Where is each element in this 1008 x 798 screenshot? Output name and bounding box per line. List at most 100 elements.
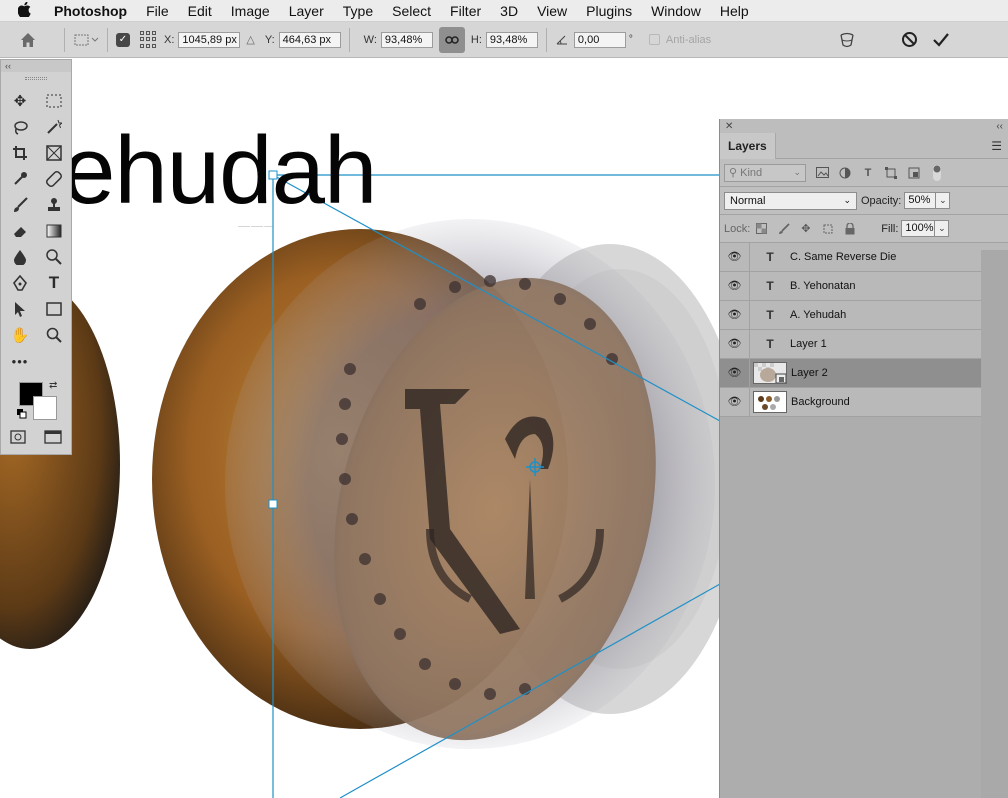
background-thumbnail	[753, 391, 787, 413]
layer-name: B. Yehonatan	[790, 280, 856, 292]
fill-label: Fill:	[881, 222, 899, 235]
type-tool-icon[interactable]: T	[37, 272, 71, 294]
background-color-swatch[interactable]	[33, 396, 57, 420]
height-field[interactable]: 93,48%	[485, 31, 538, 48]
marquee-tool-icon[interactable]	[37, 90, 71, 112]
hand-tool-icon[interactable]: ✋	[3, 324, 37, 346]
menu-plugins[interactable]: Plugins	[586, 3, 632, 19]
layer-row-c-same-reverse-die[interactable]: 👁 T C. Same Reverse Die	[720, 242, 1008, 272]
visibility-eye-icon[interactable]: 👁	[720, 271, 750, 301]
rotate-angle-icon	[555, 34, 569, 46]
layers-scrollbar[interactable]	[981, 250, 1008, 798]
reference-point-checkbox[interactable]: ✓	[116, 32, 130, 47]
tab-layers[interactable]: Layers	[720, 132, 776, 159]
path-selection-tool-icon[interactable]	[3, 298, 37, 320]
type-layer-icon: T	[766, 308, 774, 322]
filter-shape-layers-icon[interactable]	[884, 166, 898, 180]
layer-row-a-yehudah[interactable]: 👁 T A. Yehudah	[720, 300, 1008, 330]
visibility-eye-icon[interactable]: 👁	[720, 387, 750, 417]
visibility-eye-icon[interactable]: 👁	[720, 300, 750, 330]
apple-icon[interactable]	[17, 1, 36, 20]
menu-select[interactable]: Select	[392, 3, 431, 19]
menu-filter[interactable]: Filter	[450, 3, 481, 19]
panel-close-icon[interactable]: ✕	[725, 121, 733, 132]
menu-app-name[interactable]: Photoshop	[54, 3, 127, 19]
visibility-eye-icon[interactable]: 👁	[720, 329, 750, 359]
transform-tool-preset-icon[interactable]	[73, 32, 99, 48]
filter-adjustment-layers-icon[interactable]	[838, 166, 852, 180]
lock-image-pixels-icon[interactable]	[777, 222, 790, 235]
gradient-tool-icon[interactable]	[37, 220, 71, 242]
menu-window[interactable]: Window	[651, 3, 701, 19]
color-swatches: ⇄	[1, 378, 71, 422]
width-field[interactable]: 93,48%	[380, 31, 433, 48]
menu-edit[interactable]: Edit	[188, 3, 212, 19]
default-colors-icon[interactable]	[17, 408, 27, 419]
maintain-aspect-link-icon[interactable]	[438, 26, 465, 53]
panel-collapse-icon[interactable]: ‹‹	[996, 121, 1003, 132]
move-tool-icon[interactable]: ✥	[3, 90, 37, 112]
rotate-angle-field[interactable]: 0,00	[573, 31, 626, 48]
menu-view[interactable]: View	[537, 3, 567, 19]
rectangle-tool-icon[interactable]	[37, 298, 71, 320]
eraser-tool-icon[interactable]	[3, 220, 37, 242]
frame-tool-icon[interactable]	[37, 142, 71, 164]
zoom-tool-icon[interactable]	[37, 324, 71, 346]
filter-pixel-layers-icon[interactable]	[815, 166, 829, 180]
canvas-small-caption: ——— ——— ——	[238, 223, 273, 228]
home-icon[interactable]	[18, 30, 38, 50]
y-position-field[interactable]: 464,63 px	[278, 31, 341, 48]
swap-colors-icon[interactable]: ⇄	[49, 380, 57, 391]
opacity-field[interactable]: 50%	[904, 192, 937, 209]
menu-image[interactable]: Image	[231, 3, 270, 19]
tools-grip[interactable]	[1, 72, 71, 84]
menu-3d[interactable]: 3D	[500, 3, 518, 19]
lasso-tool-icon[interactable]	[3, 116, 37, 138]
tool-spacer	[37, 350, 71, 372]
lock-position-icon[interactable]: ✥	[799, 222, 812, 235]
quick-mask-icon[interactable]	[10, 430, 26, 447]
clone-stamp-tool-icon[interactable]	[37, 194, 71, 216]
layer-row-b-yehonatan[interactable]: 👁 T B. Yehonatan	[720, 271, 1008, 301]
lock-transparent-pixels-icon[interactable]	[755, 222, 768, 235]
filter-type-layers-icon[interactable]: T	[861, 166, 875, 180]
visibility-eye-icon[interactable]: 👁	[720, 358, 750, 388]
fill-dropdown-icon[interactable]: ⌄	[935, 220, 950, 237]
pen-tool-icon[interactable]	[3, 272, 37, 294]
layer-row-background[interactable]: 👁 Background	[720, 387, 1008, 417]
menu-type[interactable]: Type	[343, 3, 373, 19]
x-position-field[interactable]: 1045,89 px	[178, 31, 241, 48]
filter-toggle-icon[interactable]	[930, 164, 944, 181]
layer-filter-kind-select[interactable]: ⚲ Kind ⌄	[724, 163, 806, 182]
blend-mode-select[interactable]: Normal ⌄	[724, 191, 857, 210]
healing-brush-tool-icon[interactable]	[37, 168, 71, 190]
menu-help[interactable]: Help	[720, 3, 749, 19]
layer-row-layer-1[interactable]: 👁 T Layer 1	[720, 329, 1008, 359]
dodge-tool-icon[interactable]	[37, 246, 71, 268]
menu-file[interactable]: File	[146, 3, 169, 19]
filter-smart-objects-icon[interactable]	[907, 166, 921, 180]
brush-tool-icon[interactable]	[3, 194, 37, 216]
antialias-label: Anti-alias	[665, 33, 712, 46]
edit-toolbar-icon[interactable]: •••	[3, 350, 37, 372]
blur-tool-icon[interactable]	[3, 246, 37, 268]
cancel-transform-icon[interactable]	[901, 31, 918, 51]
crop-tool-icon[interactable]	[3, 142, 37, 164]
screen-mode-icon[interactable]	[44, 430, 62, 447]
layer-row-layer-2[interactable]: 👁 Layer 2	[720, 358, 1008, 388]
eyedropper-tool-icon[interactable]	[3, 168, 37, 190]
panel-menu-icon[interactable]: ☰	[991, 139, 1002, 153]
tools-collapse-icon[interactable]: ‹‹	[1, 60, 71, 72]
menu-layer[interactable]: Layer	[289, 3, 324, 19]
commit-transform-icon[interactable]	[932, 31, 950, 51]
lock-all-icon[interactable]	[843, 222, 856, 235]
fill-field[interactable]: 100%	[901, 220, 936, 237]
lock-artboard-icon[interactable]	[821, 222, 834, 235]
warp-mode-icon[interactable]	[838, 31, 856, 52]
layer-name: C. Same Reverse Die	[790, 251, 897, 263]
opacity-dropdown-icon[interactable]: ⌄	[936, 192, 951, 209]
relative-position-icon[interactable]: △	[246, 33, 254, 46]
visibility-eye-icon[interactable]: 👁	[720, 242, 750, 272]
magic-wand-tool-icon[interactable]	[37, 116, 71, 138]
reference-point-grid-icon[interactable]	[140, 30, 158, 49]
